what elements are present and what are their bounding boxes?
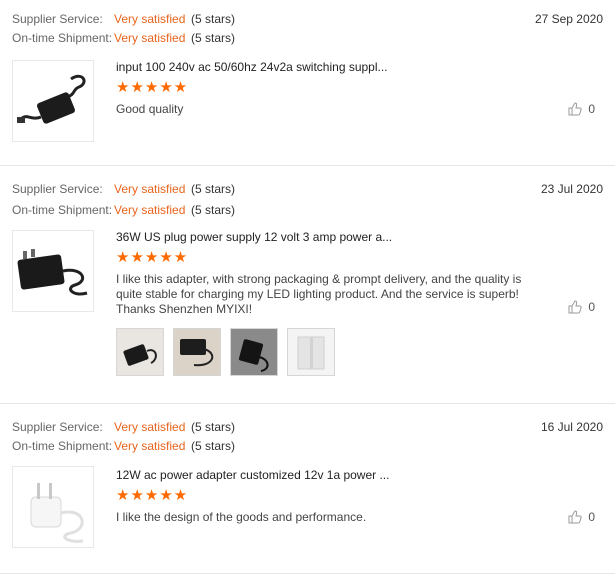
review-photos (116, 328, 335, 376)
product-thumbnail[interactable] (12, 230, 94, 312)
review-date: 23 Jul 2020 (540, 182, 603, 196)
supplier-service-rating: Very satisfied (114, 420, 186, 434)
shipment-row: On-time Shipment: Very satisfied (5 stars) (12, 31, 235, 45)
like-count: 0 (588, 300, 595, 314)
star-rating: ★★★★★ (116, 487, 189, 504)
review-photo[interactable] (287, 328, 335, 376)
power-adapter-image (17, 74, 86, 124)
star-rating: ★★★★★ (116, 249, 189, 266)
product-title[interactable]: 36W US plug power supply 12 volt 3 amp p… (116, 230, 392, 244)
supplier-service-rating: Very satisfied (114, 182, 186, 196)
shipment-stars: (5 stars) (191, 439, 236, 453)
shipment-label: On-time Shipment: (12, 31, 113, 45)
product-title[interactable]: 12W ac power adapter customized 12v 1a p… (116, 468, 389, 482)
supplier-service-row: Supplier Service: Very satisfied (5 stars) (12, 420, 235, 434)
shipment-label: On-time Shipment: (12, 203, 113, 217)
review-photo[interactable] (173, 328, 221, 376)
supplier-service-label: Supplier Service: (12, 420, 103, 434)
supplier-service-stars: (5 stars) (191, 12, 236, 26)
shipment-stars: (5 stars) (191, 203, 236, 217)
adapter-photo-image (231, 329, 277, 375)
star-rating: ★★★★★ (116, 79, 189, 96)
shipment-rating: Very satisfied (114, 439, 186, 453)
like-count: 0 (588, 102, 595, 116)
supplier-service-row: Supplier Service: Very satisfied (5 stars) (12, 12, 235, 26)
review-date: 27 Sep 2020 (534, 12, 603, 26)
review-date: 16 Jul 2020 (540, 420, 603, 434)
shipment-row: On-time Shipment: Very satisfied (5 stars) (12, 439, 235, 453)
supplier-service-stars: (5 stars) (191, 420, 236, 434)
supplier-service-stars: (5 stars) (191, 182, 236, 196)
shipment-rating: Very satisfied (114, 31, 186, 45)
supplier-service-row: Supplier Service: Very satisfied (5 stars) (12, 182, 235, 196)
adapter-photo-image (117, 329, 163, 375)
review-item: Supplier Service: Very satisfied (5 stars)… (0, 166, 615, 404)
product-thumbnail[interactable] (12, 60, 94, 142)
thumbs-up-icon (568, 300, 583, 314)
like-button[interactable]: 0 (568, 300, 595, 314)
review-comment: I like this adapter, with strong packagi… (116, 272, 522, 316)
like-button[interactable]: 0 (568, 510, 595, 524)
thumbs-up-icon (568, 510, 583, 524)
supplier-service-label: Supplier Service: (12, 182, 103, 196)
power-adapter-image (30, 483, 84, 543)
shipment-row: On-time Shipment: Very satisfied (5 stars) (12, 203, 235, 217)
supplier-service-rating: Very satisfied (114, 12, 186, 26)
like-button[interactable]: 0 (568, 102, 595, 116)
product-thumbnail[interactable] (12, 466, 94, 548)
like-count: 0 (588, 510, 595, 524)
supplier-service-label: Supplier Service: (12, 12, 103, 26)
shipment-rating: Very satisfied (114, 203, 186, 217)
review-photo[interactable] (116, 328, 164, 376)
package-photo-image (288, 329, 334, 375)
shipment-stars: (5 stars) (191, 31, 236, 45)
review-photo[interactable] (230, 328, 278, 376)
review-comment: Good quality (116, 102, 184, 116)
shipment-label: On-time Shipment: (12, 439, 113, 453)
review-item: Supplier Service: Very satisfied (5 stars)… (0, 0, 615, 166)
thumbs-up-icon (568, 102, 583, 116)
adapter-photo-image (174, 329, 220, 375)
review-item: Supplier Service: Very satisfied (5 stars)… (0, 404, 615, 574)
review-comment: I like the design of the goods and perfo… (116, 510, 367, 524)
product-title[interactable]: input 100 240v ac 50/60hz 24v2a switchin… (116, 60, 388, 74)
power-adapter-image (17, 249, 88, 296)
